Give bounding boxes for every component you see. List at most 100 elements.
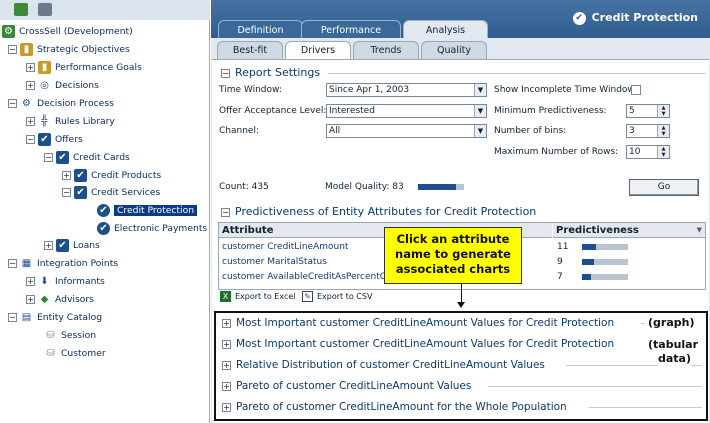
collapse-icon[interactable]: − [44,153,53,162]
report-settings-header[interactable]: − Report Settings [221,66,320,80]
channel-select[interactable]: All ▼ [326,124,487,138]
model-quality-fill [418,184,457,190]
section-relative-distribution[interactable]: + Relative Distribution of customer Credi… [222,358,545,373]
refresh-icon[interactable] [14,3,28,16]
subtab-quality[interactable]: Quality [421,41,487,59]
collapse-icon[interactable]: − [221,68,230,78]
acceptance-select[interactable]: Interested ▼ [326,104,487,118]
expand-icon[interactable]: + [26,81,35,90]
collapse-icon[interactable]: − [62,188,71,197]
chevron-down-icon[interactable]: ▼ [474,84,486,96]
expand-icon[interactable]: + [222,339,231,349]
predictiveness-header[interactable]: − Predictiveness of Entity Attributes for… [221,205,536,219]
table-row-value: 11 [557,242,569,252]
expand-icon[interactable]: + [26,117,35,126]
section-most-important-table[interactable]: + Most Important customer CreditLineAmoun… [222,337,614,352]
tree-item-electronic-payments[interactable]: ✔ Electronic Payments [97,220,207,237]
tree-item-rules-library[interactable]: + ╬ Rules Library [26,113,115,130]
spin-icon[interactable]: ▲ ▼ [657,125,669,137]
tree-item-entity-catalog[interactable]: − ▤ Entity Catalog [8,309,102,326]
tab-performance[interactable]: Performance [301,20,401,39]
tree-item-decisions[interactable]: + ◎ Decisions [26,77,99,94]
excel-icon: X [220,291,231,302]
chevron-down-icon[interactable]: ▼ [474,105,486,117]
collapse-icon[interactable]: − [8,259,17,268]
divider [488,386,702,387]
subtab-drivers[interactable]: Drivers [285,41,351,60]
expand-icon[interactable]: + [26,295,35,304]
tree-item-informants[interactable]: + ⬇ Informants [26,273,105,290]
expand-icon[interactable]: + [26,63,35,72]
min-predictiveness-stepper[interactable]: 5 ▲ ▼ [626,104,670,118]
hierarchy-icon: ╬ [41,116,48,127]
max-rows-stepper[interactable]: 10 ▲ ▼ [626,145,670,159]
collapse-icon[interactable]: − [8,45,17,54]
tree-item-strategic-objectives[interactable]: − ▮ Strategic Objectives [8,41,130,58]
tree-item-session[interactable]: ⛁ Session [44,327,96,344]
collapse-icon[interactable]: − [221,207,230,217]
tree-item-loans[interactable]: + ✔ Loans [44,237,100,254]
time-window-select[interactable]: Since Apr 1, 2003 ▼ [326,83,487,97]
tree-item-integration-points[interactable]: − ▦ Integration Points [8,255,118,272]
graph-annotation: (graph) [648,316,695,330]
tree-item-decision-process[interactable]: − ⚙ Decision Process [8,95,114,112]
table-row-value: 9 [557,257,563,267]
expand-icon[interactable]: + [44,241,53,250]
diamond-icon: ◆ [40,294,49,305]
tree-item-performance-goals[interactable]: + ▮ Performance Goals [26,59,142,76]
collapse-icon[interactable]: − [26,135,35,144]
csv-icon: ✎ [302,291,313,302]
expand-icon[interactable]: + [222,318,231,328]
export-excel-button[interactable]: X Export to Excel [220,290,296,303]
spin-icon[interactable]: ▲ ▼ [657,105,669,117]
tree-item-credit-services[interactable]: − ✔ Credit Services [62,184,160,201]
show-incomplete-checkbox[interactable] [631,85,641,95]
expand-icon[interactable]: + [222,402,231,412]
tab-analysis[interactable]: Analysis [403,20,488,40]
spin-icon[interactable]: ▲ ▼ [657,146,669,158]
sort-icon[interactable]: ▼ [697,223,702,238]
model-quality-text: Model Quality: 83 [325,182,404,192]
subtab-trends[interactable]: Trends [353,41,419,59]
divider [589,407,702,408]
tree-root[interactable]: ⚙ CrossSell (Development) [2,23,133,40]
expand-icon[interactable]: + [222,381,231,391]
bins-stepper[interactable]: 3 ▲ ▼ [626,124,670,138]
section-pareto-values[interactable]: + Pareto of customer CreditLineAmount Val… [222,379,471,394]
settings-icon[interactable] [38,3,52,16]
table-row-attribute-link[interactable]: customer CreditLineAmount [222,242,348,252]
expand-icon[interactable]: + [26,277,35,286]
divider [328,73,706,74]
arrow-down-icon [457,302,465,308]
tree-item-advisors[interactable]: + ◆ Advisors [26,291,94,308]
table-row-attribute-link[interactable]: customer AvailableCreditAsPercentOf [222,272,390,282]
database-icon: ▤ [21,312,32,323]
section-most-important-graph[interactable]: + Most Important customer CreditLineAmoun… [222,316,614,331]
collapse-icon[interactable]: − [8,313,17,322]
tree-item-credit-protection[interactable]: ✔ Credit Protection [97,202,198,219]
table-row-bar [582,244,628,250]
export-csv-button[interactable]: ✎ Export to CSV [302,290,372,303]
tab-definition[interactable]: Definition [218,20,303,39]
expand-icon[interactable]: + [62,171,71,180]
section-pareto-population[interactable]: + Pareto of customer CreditLineAmount for… [222,400,567,415]
table-row-bar-fill [582,274,591,280]
go-button[interactable]: Go [629,179,699,196]
collapse-icon[interactable]: − [8,99,17,108]
toolbar [0,0,210,20]
subtab-best-fit[interactable]: Best-fit [217,41,283,59]
tree-item-credit-cards[interactable]: − ✔ Credit Cards [44,149,130,166]
tabular-annotation-2: data) [658,352,692,366]
max-rows-label: Maximum Number of Rows: [494,147,619,157]
expand-icon[interactable]: + [222,360,231,370]
target-icon: ◎ [40,80,49,91]
bar-chart-icon: ▮ [20,43,33,56]
tree-item-credit-products[interactable]: + ✔ Credit Products [62,167,161,184]
table-row-bar-fill [582,259,594,265]
tree-item-offers[interactable]: − ✔ Offers [26,131,83,148]
table-row-attribute-link[interactable]: customer MaritalStatus [222,257,327,267]
gear-icon: ⚙ [22,98,31,109]
tree-item-customer[interactable]: ⛁ Customer [44,345,105,362]
column-header-predictiveness[interactable]: Predictiveness ▼ [553,223,705,238]
chevron-down-icon[interactable]: ▼ [474,125,486,137]
